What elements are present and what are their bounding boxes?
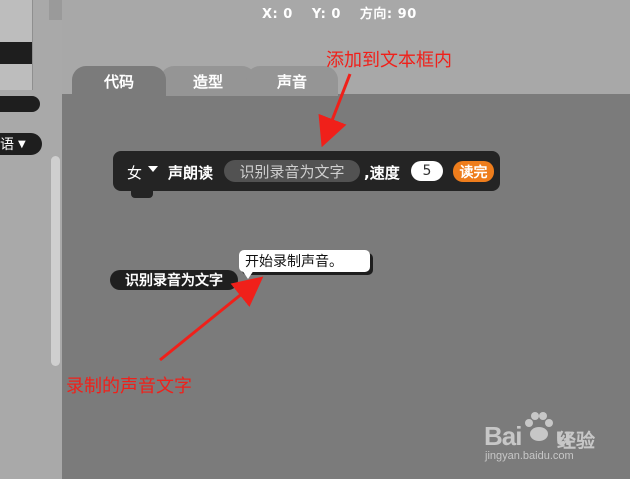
annotation-arrows	[159, 73, 352, 362]
watermark-url: jingyan.baidu.com	[485, 450, 574, 462]
watermark-brand: 经验	[557, 430, 596, 452]
annotation-arrow-bottom	[159, 276, 264, 362]
paw-icon	[525, 412, 553, 441]
annotation-arrow-top	[318, 73, 352, 148]
